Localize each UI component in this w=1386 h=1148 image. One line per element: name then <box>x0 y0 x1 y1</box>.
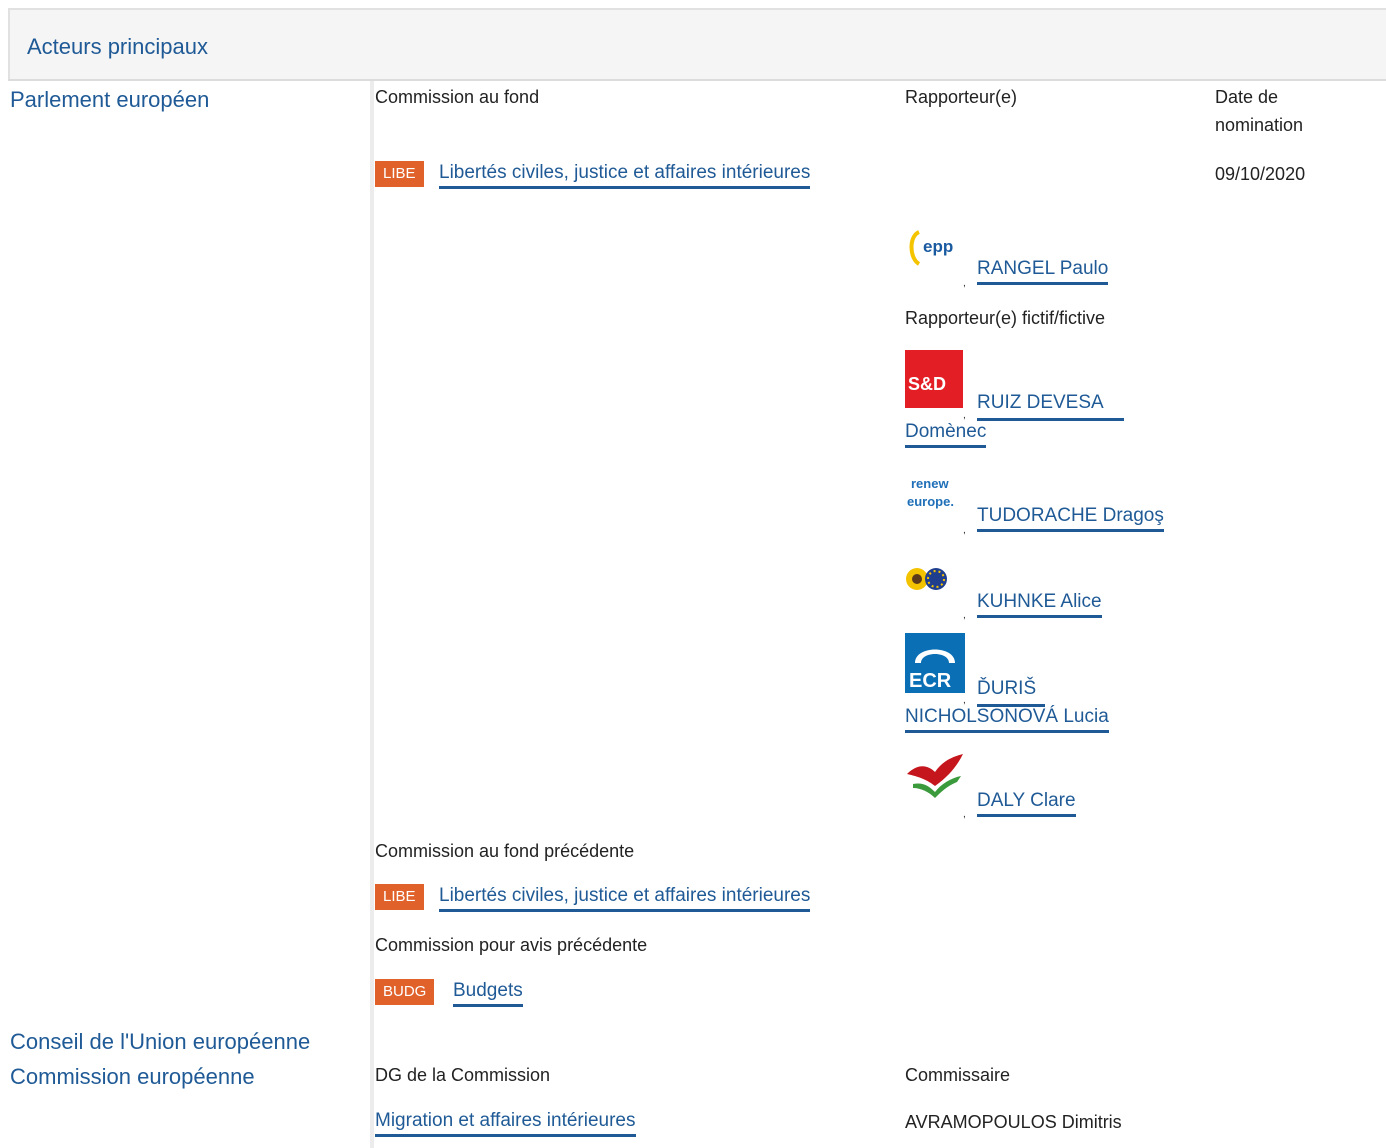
shadow-rapporteur-link-line1[interactable]: RUIZ DEVESA <box>977 388 1104 418</box>
shadow-rapporteur-label: Rapporteur(e) fictif/fictive <box>905 308 1106 328</box>
rapporteur-link[interactable]: RANGEL Paulo <box>977 257 1109 285</box>
previous-opinion-label: Commission pour avis précédente <box>375 935 648 955</box>
shadow-rapporteur-link[interactable]: DALY Clare <box>977 789 1076 817</box>
shadow-rapporteur-link-line1[interactable]: ĎURIŠ <box>977 674 1036 704</box>
previous-committee-link[interactable]: Libertés civiles, justice et affaires in… <box>439 884 811 912</box>
shadow-rapporteur-link[interactable]: KUHNKE Alice <box>977 590 1102 618</box>
actor-council[interactable]: Conseil de l'Union européenne <box>10 1029 310 1055</box>
commissioner-name: AVRAMOPOULOS Dimitris <box>905 1112 1122 1132</box>
ecr-logo: ECR <box>905 633 967 693</box>
sd-logo: S&D <box>905 350 967 410</box>
dg-column-header: DG de la Commission <box>375 1065 551 1085</box>
separator-mark: , <box>963 809 966 820</box>
commissioner-column-header: Commissaire <box>905 1065 1011 1085</box>
committee-column-header: Commission au fond <box>375 87 540 107</box>
committee-badge: BUDG <box>375 979 435 1005</box>
separator-mark: , <box>963 610 966 621</box>
previous-committee-label: Commission au fond précédente <box>375 841 635 861</box>
section-header <box>10 10 1386 80</box>
separator-mark: , <box>963 278 966 289</box>
gue-ngl-logo <box>905 748 967 808</box>
svg-text:europe.: europe. <box>907 494 954 509</box>
header-divider <box>8 79 1386 81</box>
date-column-header: Date de nomination <box>1215 87 1304 135</box>
frame-border <box>8 8 1386 10</box>
svg-text:renew: renew <box>911 476 949 491</box>
link-underline <box>977 418 1124 421</box>
frame-border <box>8 8 10 80</box>
nomination-date: 09/10/2020 <box>1215 164 1306 184</box>
actor-commission[interactable]: Commission européenne <box>10 1064 255 1090</box>
shadow-rapporteur-link-line2[interactable]: NICHOLSONOVÁ Lucia <box>905 705 1109 733</box>
svg-text:ECR: ECR <box>909 670 952 692</box>
shadow-rapporteur-link[interactable]: TUDORACHE Dragoş <box>977 504 1164 532</box>
greens-efa-logo <box>905 560 967 620</box>
rapporteur-column-header: Rapporteur(e) <box>905 87 1018 107</box>
epp-logo: epp <box>905 218 967 278</box>
previous-opinion-link[interactable]: Budgets <box>453 979 523 1007</box>
svg-text:epp: epp <box>923 237 953 256</box>
committee-badge: LIBE <box>375 161 424 187</box>
dg-link[interactable]: Migration et affaires intérieures <box>375 1109 636 1137</box>
renew-europe-logo: renew europe. <box>905 464 967 524</box>
actor-parliament[interactable]: Parlement européen <box>10 87 209 113</box>
column-divider <box>370 81 374 1148</box>
committee-badge: LIBE <box>375 884 424 910</box>
separator-mark: , <box>963 525 966 536</box>
shadow-rapporteur-link-line2[interactable]: Domènec <box>905 420 987 448</box>
svg-text:S&D: S&D <box>908 374 946 394</box>
section-title: Acteurs principaux <box>27 34 208 59</box>
committee-link[interactable]: Libertés civiles, justice et affaires in… <box>439 161 811 189</box>
